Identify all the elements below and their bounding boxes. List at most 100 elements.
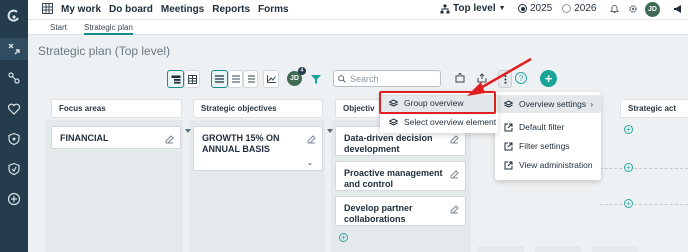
nav-forms[interactable]: Forms bbox=[258, 4, 289, 15]
placeholder-block bbox=[592, 246, 638, 252]
assignee-count-badge: 4 bbox=[298, 67, 306, 75]
search-box[interactable] bbox=[333, 70, 441, 87]
add-item-button[interactable]: + bbox=[540, 70, 557, 87]
nav-my-work[interactable]: My work bbox=[61, 4, 101, 15]
menu-item-label: Default filter bbox=[519, 122, 565, 132]
layers-icon bbox=[389, 117, 398, 126]
outline-list-button[interactable] bbox=[243, 70, 258, 88]
menu-item-select-overview-element[interactable]: Select overview element bbox=[380, 113, 498, 131]
chart-view-button[interactable] bbox=[263, 70, 279, 88]
connector-line bbox=[600, 168, 622, 169]
heart-icon[interactable] bbox=[6, 101, 22, 117]
add-objective-icon[interactable]: + bbox=[339, 233, 348, 242]
focus-area-card[interactable]: FINANCIAL bbox=[51, 126, 181, 149]
megaphone-icon[interactable] bbox=[673, 4, 683, 17]
options-dropdown: Overview settings › Default filter Filte… bbox=[495, 92, 601, 180]
column-header-strategic-actions: Strategic act bbox=[620, 99, 688, 118]
connector-line bbox=[600, 204, 622, 205]
edit-icon[interactable] bbox=[165, 135, 174, 147]
placeholder-block bbox=[535, 246, 581, 252]
main-nav: My work Do board Meetings Reports Forms bbox=[61, 4, 289, 15]
objective-card[interactable]: Develop partner collaborations bbox=[335, 196, 466, 226]
menu-item-default-filter[interactable]: Default filter bbox=[495, 118, 601, 136]
filter-icon bbox=[310, 74, 321, 84]
focus-area-title: FINANCIAL bbox=[60, 133, 109, 143]
menu-item-label: View administration bbox=[519, 160, 593, 170]
tab-bar: Start Strategic plan bbox=[28, 20, 688, 35]
year-2025-label: 2025 bbox=[530, 3, 553, 14]
top-bar: My work Do board Meetings Reports Forms … bbox=[28, 0, 688, 20]
external-link-icon bbox=[504, 123, 513, 131]
compact-list-icon bbox=[231, 75, 240, 83]
shield-icon[interactable] bbox=[6, 131, 22, 147]
gear-icon[interactable] bbox=[628, 4, 638, 17]
strategic-objective-title: GROWTH 15% ON ANNUAL BASIS bbox=[202, 133, 280, 154]
edit-icon[interactable] bbox=[450, 170, 459, 182]
nav-reports[interactable]: Reports bbox=[212, 4, 250, 15]
table-view-button[interactable] bbox=[184, 70, 200, 88]
add-action-icon[interactable]: + bbox=[624, 199, 633, 208]
chevron-down-icon[interactable]: ⌄ bbox=[307, 158, 313, 169]
chevron-right-icon: › bbox=[590, 99, 593, 109]
filter-button[interactable] bbox=[308, 70, 323, 88]
search-input[interactable] bbox=[350, 73, 435, 84]
nav-meetings[interactable]: Meetings bbox=[161, 4, 204, 15]
menu-item-label: Select overview element bbox=[404, 117, 497, 127]
security-icon[interactable] bbox=[6, 161, 22, 177]
tree-view-icon bbox=[171, 75, 180, 84]
annotation-arrow-icon bbox=[467, 57, 532, 96]
edit-icon[interactable] bbox=[450, 135, 459, 147]
line-chart-icon bbox=[266, 75, 276, 83]
level-label: Top level bbox=[453, 3, 496, 14]
menu-item-view-administration[interactable]: View administration bbox=[495, 156, 601, 174]
bell-icon[interactable] bbox=[610, 4, 619, 17]
year-2025-option[interactable]: 2025 bbox=[518, 3, 552, 14]
add-action-icon[interactable]: + bbox=[624, 125, 633, 134]
column-header-focus-areas: Focus areas bbox=[51, 99, 182, 118]
table-icon bbox=[187, 74, 197, 84]
tree-view-button[interactable] bbox=[167, 70, 184, 88]
app-logo-icon[interactable] bbox=[6, 8, 22, 24]
strategy-icon[interactable] bbox=[6, 41, 22, 57]
objective-title: Proactive management and control bbox=[344, 168, 443, 189]
edit-icon[interactable] bbox=[307, 135, 316, 147]
menu-item-label: Filter settings bbox=[519, 141, 570, 151]
year-2026-label: 2026 bbox=[574, 3, 597, 14]
year-2026-option[interactable]: 2026 bbox=[562, 3, 597, 14]
add-circle-icon[interactable] bbox=[6, 191, 22, 207]
tab-start[interactable]: Start bbox=[50, 23, 67, 32]
edit-icon[interactable] bbox=[450, 205, 459, 217]
collapse-icon[interactable] bbox=[327, 129, 333, 133]
chevron-down-icon: ▼ bbox=[498, 5, 506, 12]
level-selector[interactable]: Top level ▼ bbox=[440, 3, 506, 14]
user-avatar[interactable]: JD bbox=[645, 2, 660, 17]
radio-2025[interactable] bbox=[518, 4, 527, 13]
external-link-icon bbox=[504, 161, 513, 169]
objective-card[interactable]: Proactive management and control bbox=[335, 161, 466, 191]
column-header-objectives: Objectiv bbox=[335, 99, 380, 118]
nav-do-board[interactable]: Do board bbox=[109, 4, 153, 15]
add-action-icon[interactable]: + bbox=[624, 163, 633, 172]
list-view-button[interactable] bbox=[211, 70, 228, 88]
year-selector: 2025 2026 bbox=[518, 3, 597, 14]
search-icon bbox=[338, 74, 346, 83]
page-title: Strategic plan (Top level) bbox=[38, 44, 171, 58]
hierarchy-small-icon bbox=[440, 4, 450, 13]
hierarchy-icon[interactable] bbox=[6, 70, 22, 86]
external-link-icon bbox=[504, 142, 513, 150]
menu-item-filter-settings[interactable]: Filter settings bbox=[495, 137, 601, 155]
compact-list-button[interactable] bbox=[228, 70, 243, 88]
column-header-strategic-objectives: Strategic objectives bbox=[193, 99, 323, 118]
placeholder-block bbox=[478, 246, 524, 252]
connector-line bbox=[634, 204, 688, 205]
outline-list-icon bbox=[247, 75, 255, 83]
strategic-objective-card[interactable]: GROWTH 15% ON ANNUAL BASIS ⌄ bbox=[193, 126, 323, 171]
left-rail bbox=[0, 0, 28, 252]
collapse-icon[interactable] bbox=[185, 129, 191, 133]
radio-2026[interactable] bbox=[562, 4, 572, 13]
objective-title: Develop partner collaborations bbox=[344, 203, 413, 224]
apps-grid-icon[interactable] bbox=[42, 3, 53, 17]
connector-line bbox=[634, 168, 688, 169]
list-icon bbox=[215, 75, 224, 83]
tab-strategic-plan[interactable]: Strategic plan bbox=[84, 23, 133, 35]
